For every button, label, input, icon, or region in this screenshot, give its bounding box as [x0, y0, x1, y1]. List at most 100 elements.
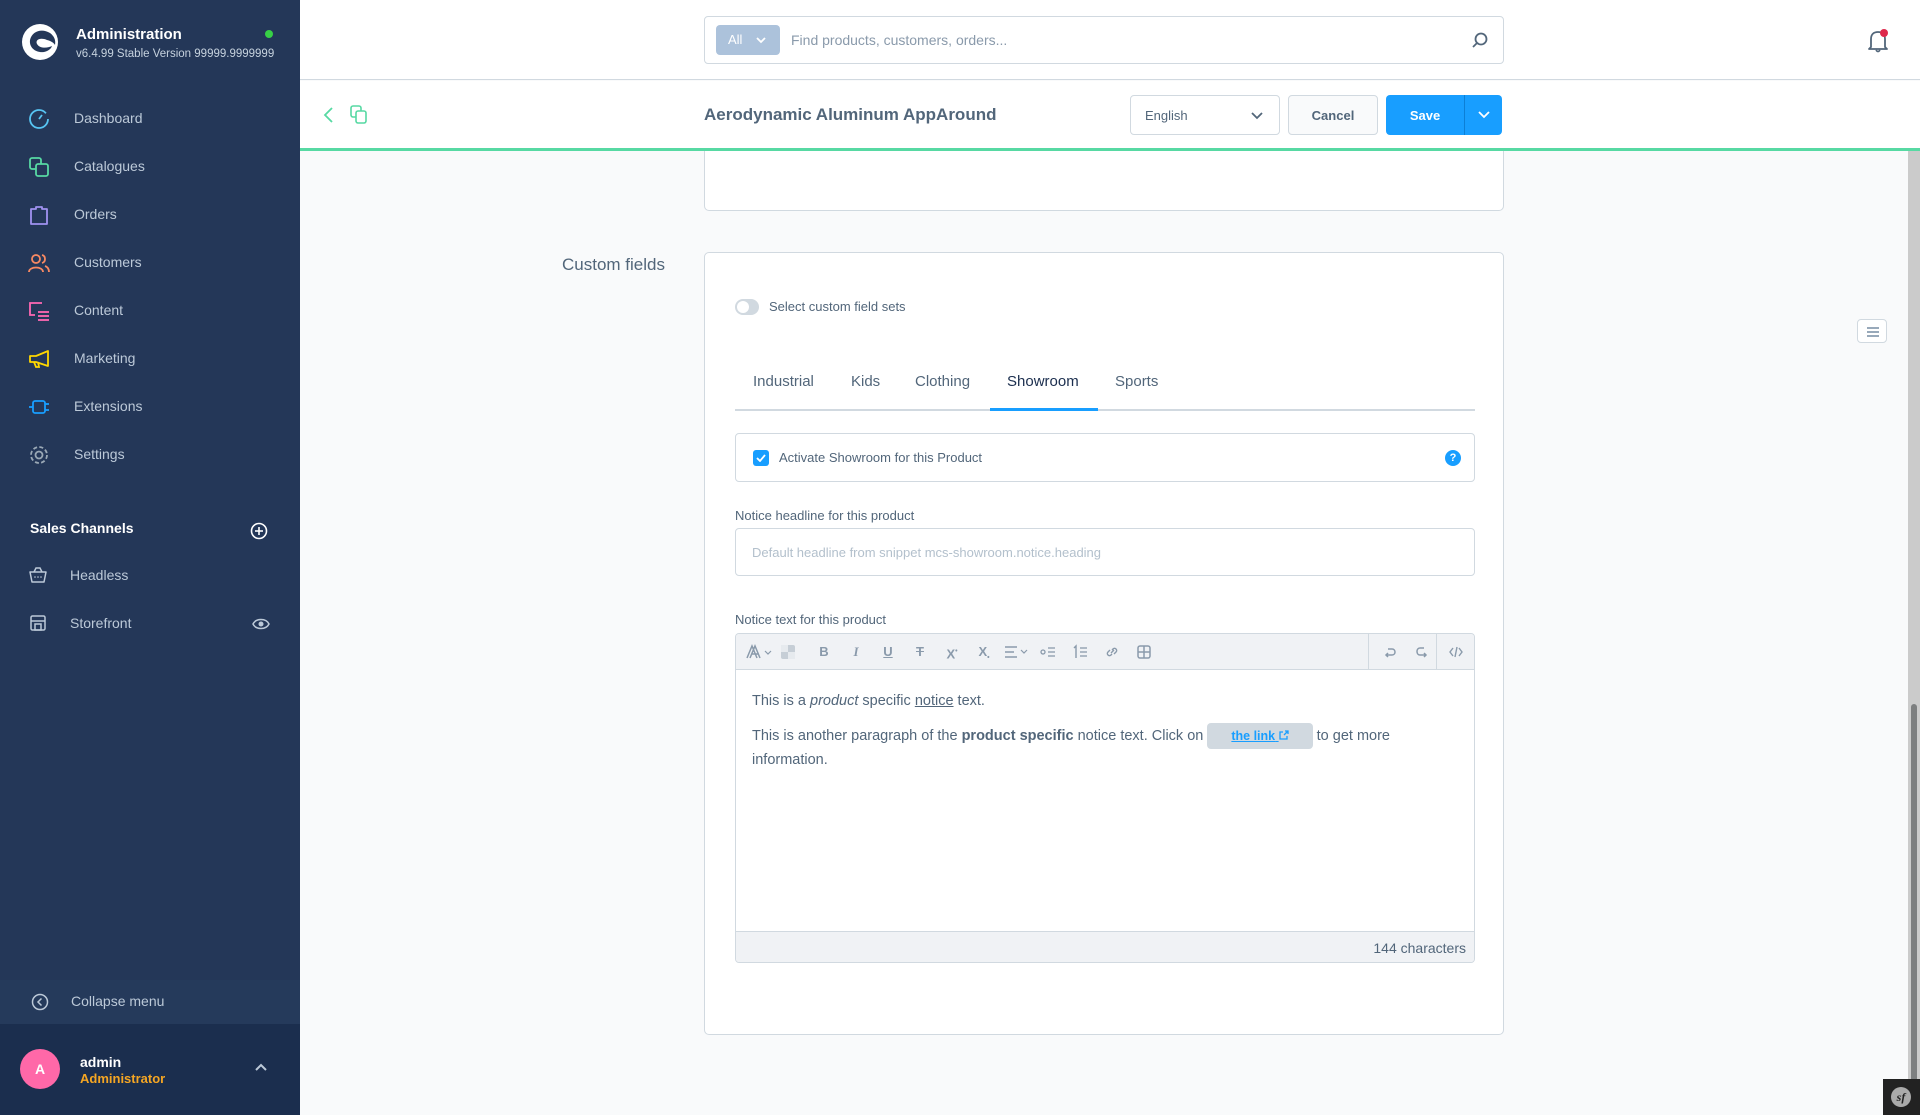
- sidebar-item-orders[interactable]: Orders: [0, 195, 300, 235]
- sidebar-item-content[interactable]: Content: [0, 291, 300, 331]
- bold-icon[interactable]: B: [816, 644, 832, 660]
- custom-fields-card: Select custom field sets Industrial Kids…: [704, 252, 1504, 1035]
- italic-icon[interactable]: I: [848, 644, 864, 660]
- sidebar-item-label: Marketing: [74, 350, 136, 366]
- sidebar-item-label: Orders: [74, 206, 117, 222]
- scrollbar[interactable]: [1908, 151, 1920, 1115]
- editor-paragraph: This is a product specific notice text.: [752, 690, 1460, 713]
- chevron-down-icon: [1251, 112, 1263, 120]
- scrollbar-thumb[interactable]: [1911, 704, 1917, 1104]
- save-options-button[interactable]: [1464, 95, 1502, 135]
- toolbar-divider: [1368, 634, 1369, 670]
- text-run: This is another paragraph of the: [752, 728, 962, 745]
- notice-headline-field: [735, 528, 1475, 576]
- active-tab-indicator: [990, 408, 1098, 411]
- sales-channel-label: Storefront: [70, 615, 132, 631]
- eye-icon[interactable]: [252, 616, 270, 632]
- cancel-button[interactable]: Cancel: [1288, 95, 1378, 135]
- user-menu[interactable]: A admin Administrator: [0, 1024, 300, 1115]
- symfony-toolbar-toggle[interactable]: sf: [1883, 1079, 1920, 1115]
- link-text: the link: [1231, 729, 1276, 744]
- language-switch[interactable]: English: [1130, 95, 1280, 135]
- custom-field-sets-toggle[interactable]: [735, 299, 759, 315]
- table-icon[interactable]: [1136, 644, 1152, 660]
- text-color-icon[interactable]: [780, 644, 796, 660]
- global-search: All: [704, 16, 1504, 64]
- custom-field-tabs: Industrial Kids Clothing Showroom Sports: [735, 353, 1475, 411]
- sidebar-item-catalogues[interactable]: Catalogues: [0, 147, 300, 187]
- underline-icon[interactable]: U: [880, 644, 896, 660]
- text-style-icon[interactable]: [746, 644, 774, 660]
- collapse-menu-label: Collapse menu: [71, 993, 165, 1009]
- redo-icon[interactable]: [1414, 644, 1430, 660]
- sidebar-item-customers[interactable]: Customers: [0, 243, 300, 283]
- help-icon[interactable]: ?: [1445, 450, 1461, 466]
- sidebar-item-label: Customers: [74, 254, 142, 270]
- superscript-icon[interactable]: X•: [944, 644, 960, 661]
- topbar: All: [300, 0, 1920, 80]
- app-title: Administration: [76, 26, 182, 43]
- extensions-icon: [29, 400, 49, 414]
- shopware-logo-icon: [22, 24, 58, 60]
- editor-content[interactable]: This is a product specific notice text. …: [736, 670, 1474, 931]
- bullet-list-icon[interactable]: [1040, 644, 1056, 660]
- add-sales-channel-icon[interactable]: [250, 522, 268, 540]
- underlined-text: notice: [914, 693, 954, 709]
- notice-headline-label: Notice headline for this product: [735, 508, 915, 523]
- customers-icon: [28, 254, 50, 273]
- chevron-down-icon: [1478, 111, 1490, 119]
- bold-text: product specific: [961, 728, 1074, 745]
- activate-showroom-checkbox[interactable]: [753, 450, 769, 466]
- avatar: A: [20, 1049, 60, 1089]
- chevron-down-icon: [756, 37, 766, 44]
- tab-sports[interactable]: Sports: [1115, 373, 1158, 390]
- notice-headline-input[interactable]: [736, 529, 1474, 575]
- text-run: specific: [858, 693, 915, 709]
- duplicate-icon[interactable]: [350, 105, 368, 125]
- notifications-bell-icon[interactable]: [1866, 28, 1890, 54]
- previous-card: [704, 151, 1504, 211]
- sidebar-item-label: Extensions: [74, 398, 143, 414]
- undo-icon[interactable]: [1382, 644, 1398, 660]
- collapse-menu-button[interactable]: Collapse menu: [0, 980, 300, 1024]
- numbered-list-icon[interactable]: [1072, 644, 1088, 660]
- tab-kids[interactable]: Kids: [851, 373, 880, 390]
- search-icon[interactable]: [1471, 31, 1489, 49]
- editor-paragraph: This is another paragraph of the product…: [752, 723, 1460, 772]
- sales-channel-storefront[interactable]: Storefront: [0, 604, 300, 644]
- strikethrough-icon[interactable]: T: [912, 644, 928, 660]
- editor-toolbar: B I U T X• X•: [736, 634, 1474, 670]
- text-run: text.: [953, 693, 985, 709]
- search-type-select[interactable]: All: [716, 25, 780, 55]
- align-icon[interactable]: [1004, 644, 1032, 660]
- sidebar: Administration v6.4.99 Stable Version 99…: [0, 0, 300, 1115]
- toolbar-divider: [1436, 634, 1437, 670]
- sidebar-item-marketing[interactable]: Marketing: [0, 339, 300, 379]
- sidebar-item-dashboard[interactable]: Dashboard: [0, 99, 300, 139]
- code-view-icon[interactable]: [1448, 644, 1464, 660]
- sidebar-item-extensions[interactable]: Extensions: [0, 387, 300, 427]
- sidebar-item-label: Content: [74, 302, 124, 318]
- tab-clothing[interactable]: Clothing: [915, 373, 970, 390]
- user-role: Administrator: [80, 1071, 166, 1086]
- search-input[interactable]: [791, 25, 1441, 55]
- link-icon[interactable]: [1104, 644, 1120, 660]
- language-value: English: [1145, 108, 1188, 123]
- external-link-icon: [1278, 730, 1289, 740]
- catalogues-icon: [29, 157, 49, 177]
- tab-industrial[interactable]: Industrial: [753, 373, 814, 390]
- activate-showroom-field: Activate Showroom for this Product ?: [735, 433, 1475, 482]
- notice-text-editor: B I U T X• X• This is a product specific…: [735, 633, 1475, 963]
- italic-text: product: [810, 693, 859, 709]
- sidebar-toggle-button[interactable]: [1857, 319, 1887, 343]
- user-name: admin: [80, 1054, 122, 1070]
- editor-footer: 144 characters: [736, 931, 1474, 962]
- sidebar-item-settings[interactable]: Settings: [0, 435, 300, 475]
- back-icon[interactable]: [322, 105, 336, 125]
- save-button[interactable]: Save: [1386, 95, 1464, 135]
- subscript-icon[interactable]: X•: [976, 644, 992, 662]
- editor-link[interactable]: the link: [1207, 723, 1313, 750]
- sales-channel-headless[interactable]: Headless: [0, 556, 300, 596]
- activate-showroom-label: Activate Showroom for this Product: [779, 450, 983, 465]
- tab-showroom[interactable]: Showroom: [1007, 373, 1079, 390]
